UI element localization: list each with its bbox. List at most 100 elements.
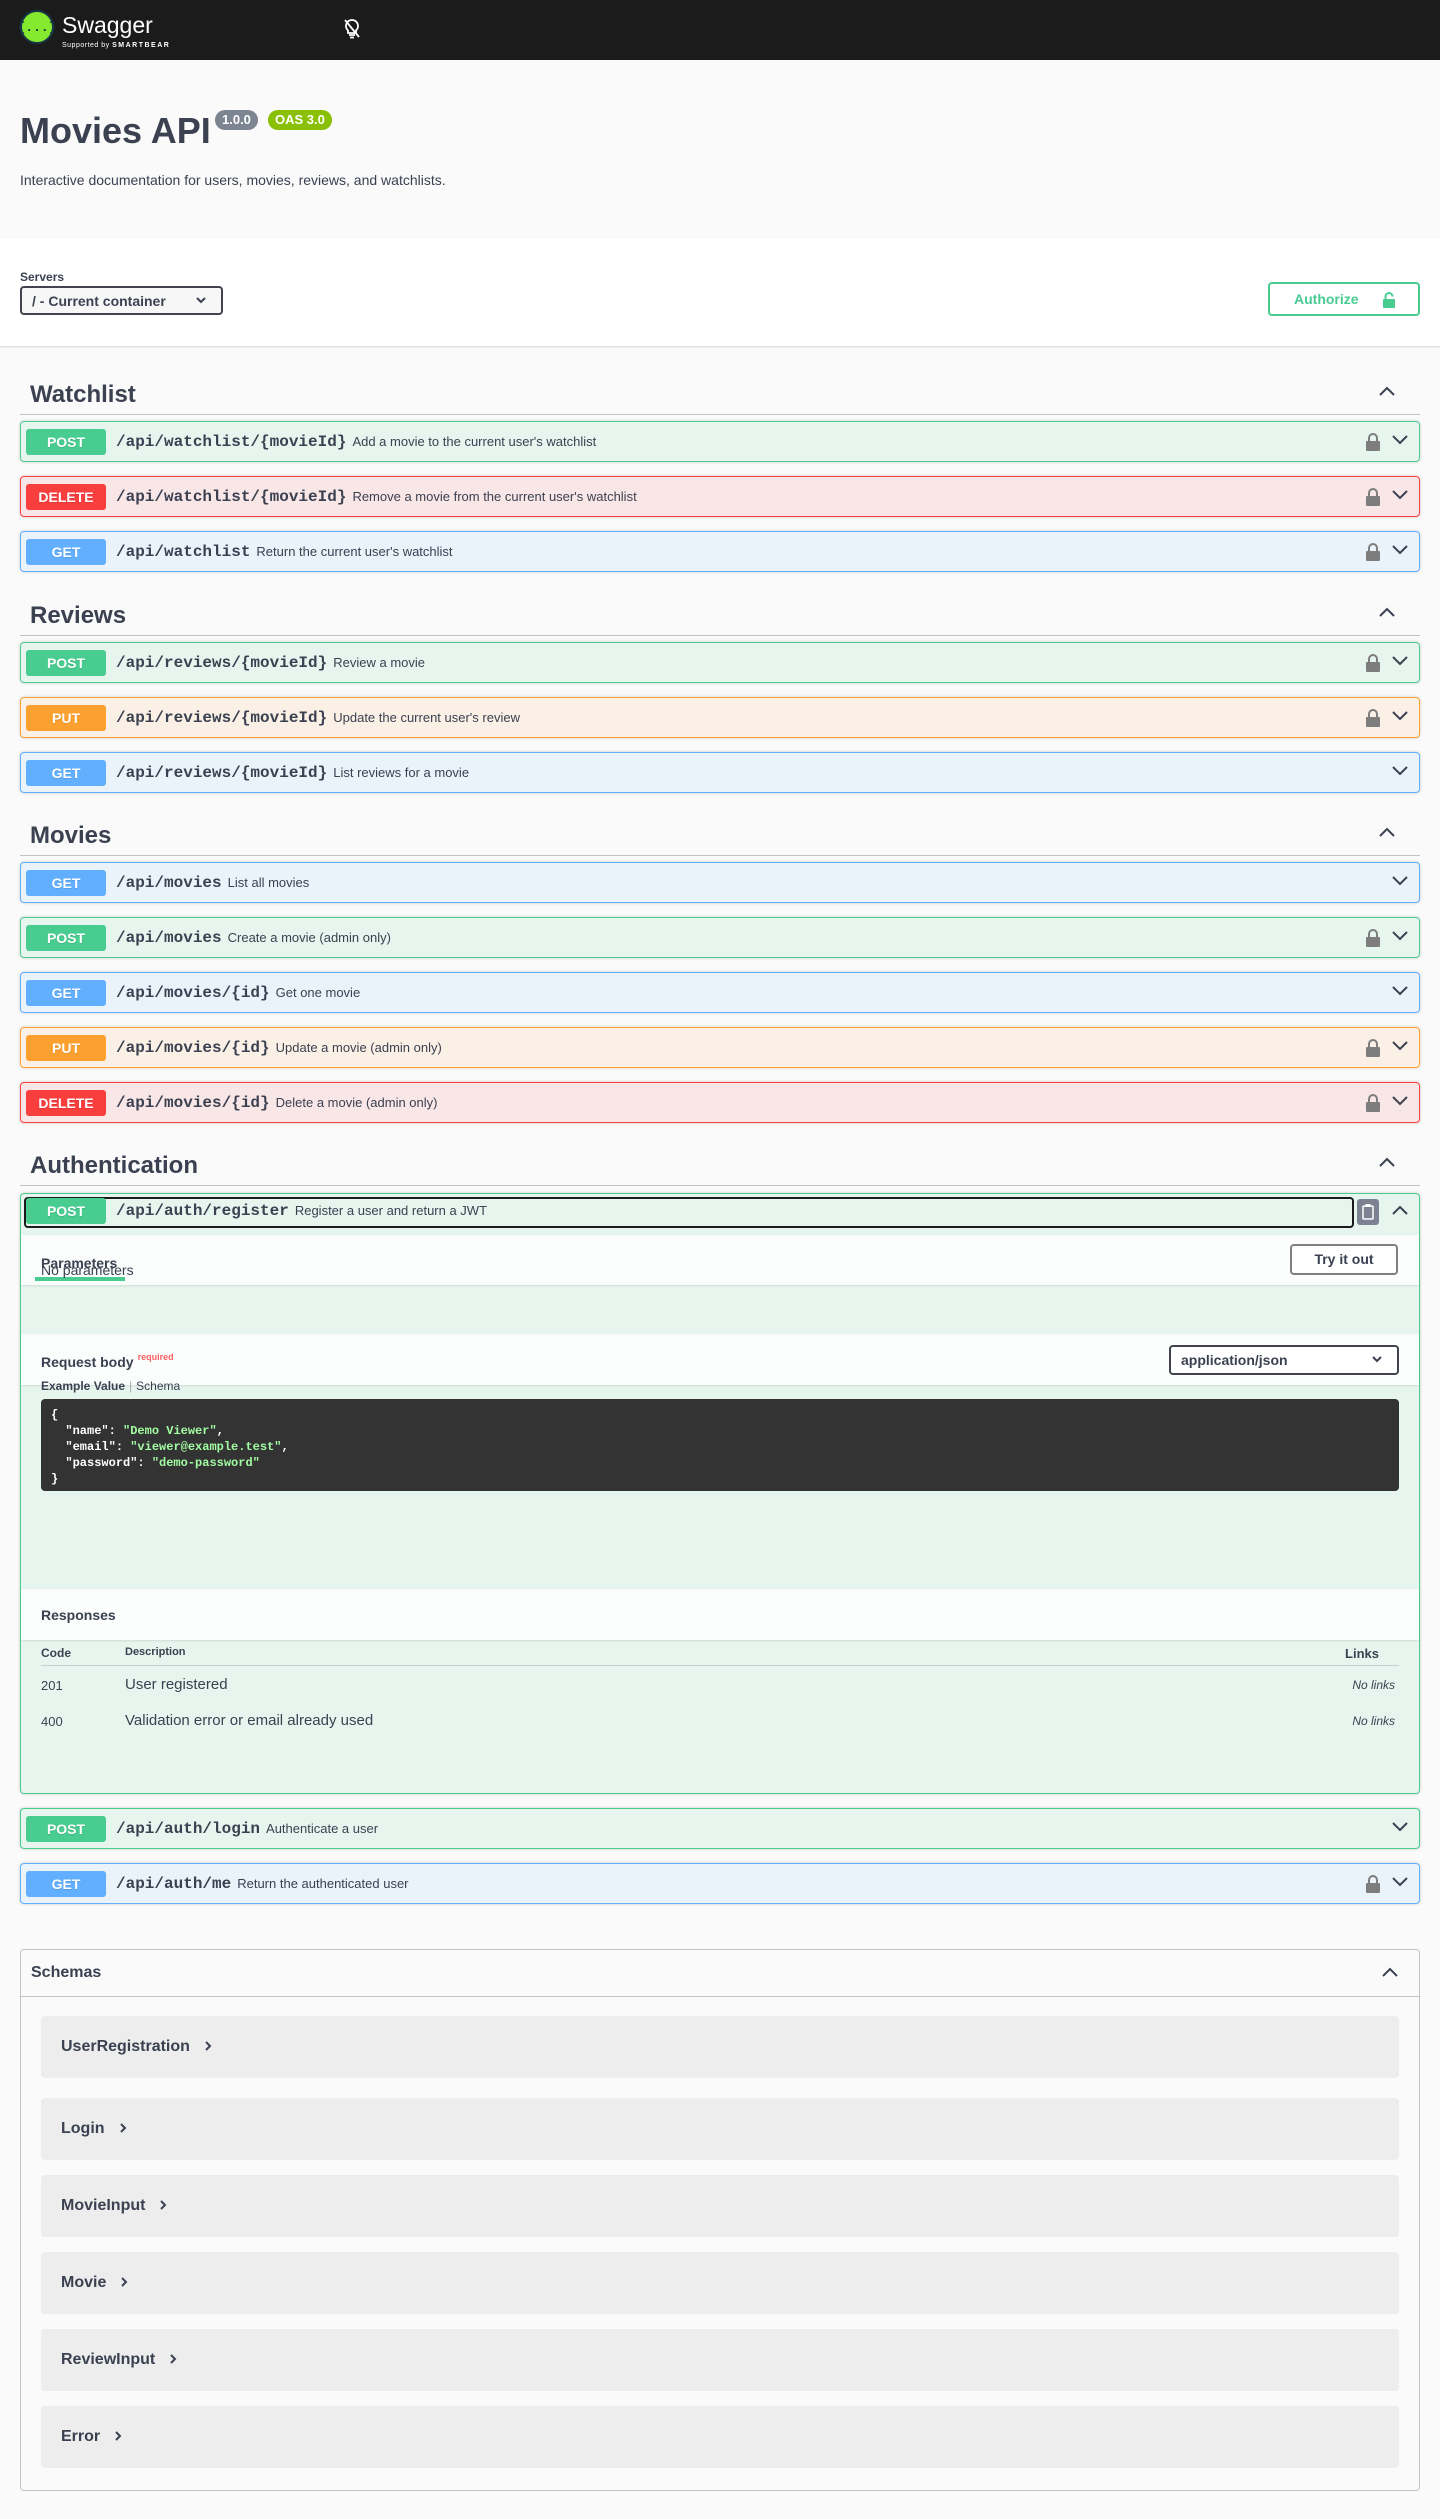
operation-put[interactable]: PUT/api/reviews/{movieId} Update the curr… — [20, 697, 1420, 738]
response-description: Validation error or email already used — [125, 1712, 374, 1729]
tag-header-movies[interactable]: Movies — [20, 810, 1420, 856]
logo-text[interactable]: Swagger — [62, 12, 153, 39]
lock-icon[interactable] — [1365, 542, 1381, 562]
chevron-down-icon[interactable] — [1391, 544, 1409, 556]
lock-icon[interactable] — [1365, 1874, 1381, 1894]
tab-example-value[interactable]: Example Value — [41, 1379, 125, 1393]
servers-select[interactable]: / - Current container — [20, 286, 223, 315]
chevron-down-icon[interactable] — [1391, 875, 1409, 887]
content-type-select[interactable]: application/json — [1169, 1345, 1399, 1375]
required-label: required — [137, 1352, 174, 1362]
col-header-links: Links — [1345, 1646, 1379, 1661]
operation-path: /api/movies/{id} Get one movie — [116, 984, 361, 1002]
chevron-down-icon[interactable] — [1391, 1095, 1409, 1107]
chevron-down-icon[interactable] — [1391, 985, 1409, 997]
col-header-description: Description — [125, 1646, 186, 1658]
chevron-up-icon[interactable] — [1391, 1204, 1409, 1216]
schema-item[interactable]: Login — [41, 2098, 1399, 2160]
chevron-up-icon[interactable] — [1378, 606, 1396, 618]
operation-path: /api/auth/login Authenticate a user — [116, 1820, 379, 1838]
chevron-down-icon[interactable] — [1391, 434, 1409, 446]
chevron-down-icon[interactable] — [1391, 1821, 1409, 1833]
chevron-right-icon[interactable] — [114, 2430, 122, 2442]
chevron-up-icon[interactable] — [1378, 385, 1396, 397]
copy-icon[interactable] — [1357, 1199, 1379, 1225]
operation-delete[interactable]: DELETE/api/movies/{id} Delete a movie (ad… — [20, 1082, 1420, 1123]
lock-icon[interactable] — [1365, 1038, 1381, 1058]
operation-summary-text: Update the current user's review — [333, 710, 520, 725]
chevron-right-icon[interactable] — [119, 2122, 127, 2134]
lock-icon[interactable] — [1365, 928, 1381, 948]
chevron-down-icon — [1372, 1356, 1382, 1363]
chevron-right-icon[interactable] — [204, 2040, 212, 2052]
operation-delete[interactable]: DELETE/api/watchlist/{movieId} Remove a m… — [20, 476, 1420, 517]
operation-get[interactable]: GET/api/movies/{id} Get one movie — [20, 972, 1420, 1013]
lock-icon[interactable] — [1365, 487, 1381, 507]
schema-name: Login — [61, 2120, 105, 2137]
chevron-right-icon[interactable] — [159, 2199, 167, 2211]
response-code: 400 — [41, 1714, 63, 1729]
operation-path: /api/watchlist/{movieId} Add a movie to t… — [116, 433, 597, 451]
operation-get[interactable]: GET/api/reviews/{movieId} List reviews fo… — [20, 752, 1420, 793]
method-badge: GET — [26, 539, 106, 565]
chevron-down-icon[interactable] — [1391, 765, 1409, 777]
request-body-label: Request body required — [41, 1352, 174, 1370]
method-badge: GET — [26, 1871, 106, 1897]
chevron-right-icon[interactable] — [169, 2353, 177, 2365]
schemas-header[interactable]: Schemas — [21, 1950, 1419, 1997]
schema-item[interactable]: ReviewInput — [41, 2329, 1399, 2391]
operation-post[interactable]: POST/api/watchlist/{movieId} Add a movie … — [20, 421, 1420, 462]
tag-header-watchlist[interactable]: Watchlist — [20, 369, 1420, 415]
authorize-button[interactable]: Authorize — [1268, 282, 1420, 316]
schema-item[interactable]: MovieInput — [41, 2175, 1399, 2237]
operation-path: /api/movies List all movies — [116, 874, 310, 892]
tag-title: Authentication — [30, 1152, 198, 1179]
tag-title: Movies — [30, 822, 112, 849]
tag-header-reviews[interactable]: Reviews — [20, 590, 1420, 636]
tag-header-authentication[interactable]: Authentication — [20, 1140, 1420, 1186]
chevron-down-icon[interactable] — [1391, 655, 1409, 667]
lock-icon[interactable] — [1365, 653, 1381, 673]
operation-get[interactable]: GET/api/watchlist Return the current user… — [20, 531, 1420, 572]
chevron-down-icon[interactable] — [1391, 930, 1409, 942]
operation-summary[interactable]: POST/api/auth/register Register a user an… — [21, 1194, 1419, 1235]
method-badge: POST — [26, 650, 106, 676]
schema-item[interactable]: Movie — [41, 2252, 1399, 2314]
tab-schema[interactable]: Schema — [136, 1379, 180, 1393]
operation-put[interactable]: PUT/api/movies/{id} Update a movie (admin… — [20, 1027, 1420, 1068]
lock-icon[interactable] — [1365, 708, 1381, 728]
operation-summary-text: Get one movie — [275, 985, 361, 1000]
method-badge: DELETE — [26, 484, 106, 510]
operation-post[interactable]: POST/api/auth/login Authenticate a user — [20, 1808, 1420, 1849]
schema-item[interactable]: UserRegistration — [41, 2016, 1399, 2078]
operation-post[interactable]: POST/api/reviews/{movieId} Review a movie — [20, 642, 1420, 683]
response-code: 201 — [41, 1678, 63, 1693]
chevron-down-icon[interactable] — [1391, 1040, 1409, 1052]
operation-get[interactable]: GET/api/auth/me Return the authenticated … — [20, 1863, 1420, 1904]
method-badge: GET — [26, 870, 106, 896]
operation-path: /api/reviews/{movieId} Review a movie — [116, 654, 425, 672]
api-description: Interactive documentation for users, mov… — [20, 172, 446, 188]
method-badge: POST — [26, 429, 106, 455]
chevron-up-icon[interactable] — [1381, 1966, 1399, 1978]
lock-icon[interactable] — [1365, 1093, 1381, 1113]
lock-icon[interactable] — [1365, 432, 1381, 452]
tag-title: Reviews — [30, 602, 127, 629]
method-badge: DELETE — [26, 1090, 106, 1116]
example-json-code: { "name": "Demo Viewer", "email": "viewe… — [41, 1399, 1399, 1491]
chevron-down-icon[interactable] — [1391, 1876, 1409, 1888]
chevron-down-icon[interactable] — [1391, 489, 1409, 501]
chevron-up-icon[interactable] — [1378, 1156, 1396, 1168]
lightbulb-off-icon[interactable] — [342, 18, 362, 40]
operation-get[interactable]: GET/api/movies List all movies — [20, 862, 1420, 903]
chevron-up-icon[interactable] — [1378, 826, 1396, 838]
operation-summary-text: Create a movie (admin only) — [227, 930, 391, 945]
swagger-logo-icon[interactable]: {...} — [18, 10, 57, 44]
schema-item[interactable]: Error — [41, 2406, 1399, 2468]
responses-bar: Responses — [21, 1589, 1419, 1640]
operation-path: /api/auth/register Register a user and re… — [116, 1202, 488, 1220]
operation-post[interactable]: POST/api/movies Create a movie (admin onl… — [20, 917, 1420, 958]
chevron-down-icon[interactable] — [1391, 710, 1409, 722]
try-it-out-button[interactable]: Try it out — [1290, 1244, 1398, 1275]
chevron-right-icon[interactable] — [120, 2276, 128, 2288]
